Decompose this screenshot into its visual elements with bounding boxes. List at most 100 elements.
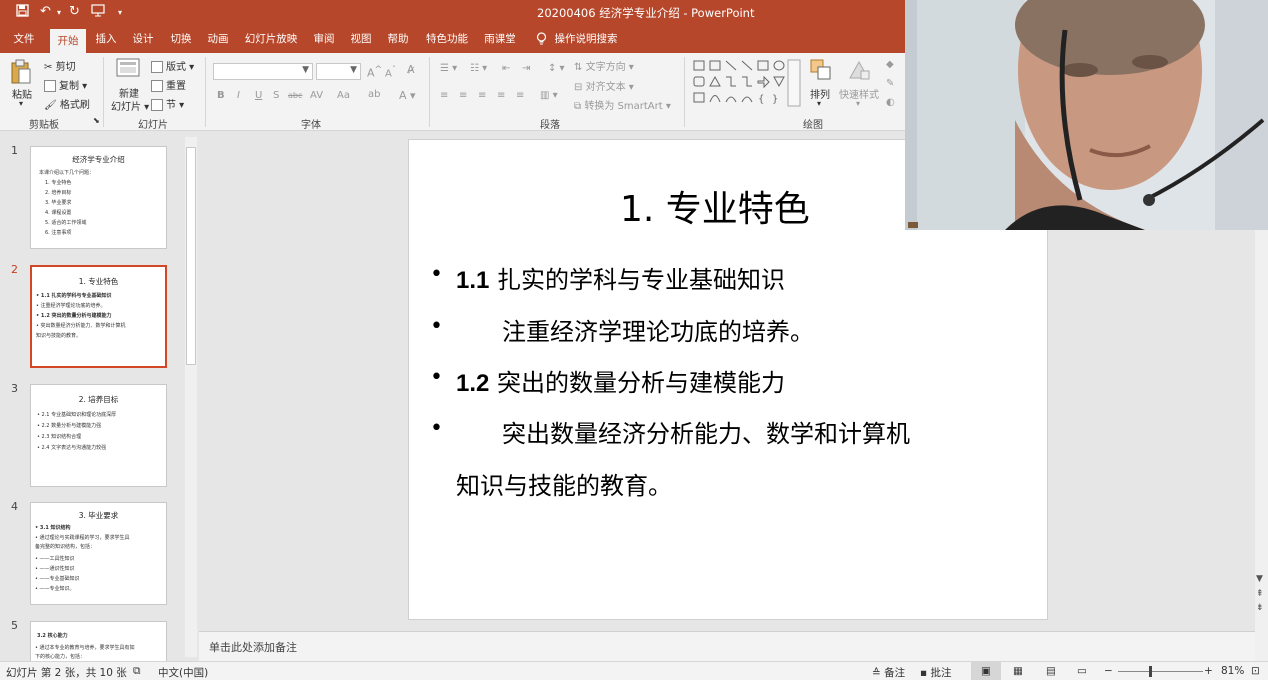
arrange-dropdown-icon[interactable]: ▾ [817,99,821,108]
tab-animations[interactable]: 动画 [202,26,234,53]
tell-me-search[interactable]: 操作说明搜索 [552,26,620,53]
align-center-icon[interactable]: ≡ [459,90,467,101]
paste-icon[interactable] [10,59,32,88]
slide-thumbnail-1[interactable]: 经济学专业介绍 本课介绍以下几个问题： 1. 专业特色 2. 培养目标 3. 毕… [30,146,167,249]
new-slide-dropdown[interactable]: 幻灯片 ▾ [111,98,149,113]
highlight-icon[interactable]: ab [368,89,380,100]
tab-transitions[interactable]: 切换 [165,26,197,53]
customize-qat-icon[interactable]: ▾ [118,8,122,17]
zoom-in-button[interactable]: + [1204,665,1213,677]
undo-dropdown-icon[interactable]: ▾ [57,8,61,17]
slide-bullet[interactable]: 突出数量经济分析能力、数学和计算机 [502,414,910,449]
section-button[interactable]: 节 ▾ [151,96,184,111]
zoom-slider[interactable] [1118,671,1203,672]
bold-button[interactable]: B [217,90,225,101]
decrease-font-icon[interactable]: Aˇ [385,64,396,79]
tab-slideshow[interactable]: 幻灯片放映 [240,26,302,53]
decrease-indent-icon[interactable]: ⇤ [502,63,510,74]
slide-thumbnail-2[interactable]: 1. 专业特色 • 1.1 扎实的学科与专业基础知识 • 注重经济学理论功底的培… [30,265,167,368]
tab-view[interactable]: 视图 [345,26,377,53]
bullets-icon[interactable]: ☰ ▾ [440,63,457,74]
font-color-icon[interactable]: A ▾ [399,89,416,102]
slide-bullet[interactable]: 1.1 扎实的学科与专业基础知识 [456,260,785,295]
present-from-start-icon[interactable] [91,4,106,21]
increase-font-icon[interactable]: A^ [367,64,382,80]
slide-bullet-continuation[interactable]: 知识与技能的教育。 [456,466,672,501]
slide-title[interactable]: 1. 专业特色 [620,180,810,232]
font-size-combo[interactable]: ▼ [316,63,361,80]
undo-icon[interactable]: ↶ [40,4,51,19]
scrollbar-thumb[interactable] [186,147,196,365]
shape-effects-icon[interactable]: ◐ [886,97,895,108]
reset-button[interactable]: 重置 [151,77,186,92]
underline-button[interactable]: U [255,90,262,101]
slide-thumbnail-4[interactable]: 3. 毕业要求 • 3.1 知识结构 • 通过理论与实践课程的学习，要求学生具 … [30,502,167,605]
clear-format-icon[interactable]: A̷ [407,63,415,76]
layout-button[interactable]: 版式 ▾ [151,58,194,73]
language-indicator[interactable]: 中文(中国) [158,665,208,680]
tab-help[interactable]: 帮助 [382,26,414,53]
tab-rain-classroom[interactable]: 雨课堂 [479,26,521,53]
align-left-icon[interactable]: ≡ [440,90,448,101]
shape-fill-icon[interactable]: ◆ [886,59,894,70]
italic-button[interactable]: I [237,90,240,101]
char-spacing-button[interactable]: AV [310,90,323,101]
thumbnail-scrollbar[interactable] [185,137,197,657]
shape-outline-icon[interactable]: ✎ [886,78,894,89]
redo-icon[interactable]: ↻ [69,4,80,19]
font-name-combo[interactable]: ▼ [213,63,313,80]
columns-icon[interactable]: ▥ ▾ [540,90,558,101]
format-painter-button[interactable]: 🖌 格式刷 [44,96,90,111]
zoom-slider-knob[interactable] [1149,666,1152,677]
new-slide-icon[interactable] [116,58,142,83]
slide-bullet[interactable]: 1.2 突出的数量分析与建模能力 [456,363,785,398]
quick-styles-icon[interactable] [847,59,871,84]
shadow-button[interactable]: S [273,90,279,101]
zoom-level[interactable]: 81% [1221,665,1244,677]
slide-sorter-icon[interactable]: ▦ [1013,665,1023,677]
dialog-launcher-icon[interactable]: ⬊ [93,116,100,125]
align-text-button[interactable]: ⊟ 对齐文本 ▾ [574,78,634,93]
tab-review[interactable]: 审阅 [308,26,340,53]
group-label-font: 字体 [301,120,321,131]
save-icon[interactable] [16,4,29,21]
separator [103,57,104,127]
quick-styles-dropdown-icon[interactable]: ▾ [856,99,860,108]
numbering-icon[interactable]: ☷ ▾ [470,63,487,74]
tab-home[interactable]: 开始 [50,29,86,53]
tab-design[interactable]: 设计 [127,26,159,53]
tab-insert[interactable]: 插入 [90,26,122,53]
justify-icon[interactable]: ≡ [497,90,505,101]
accessibility-icon[interactable]: ⧉ [133,665,141,678]
bullet-text: 突出数量经济分析能力、数学和计算机 [502,420,910,448]
scroll-down-icon[interactable]: ▼ [1256,574,1263,584]
slide-thumbnail-5[interactable]: 3.2 核心能力 • 通过本专业的教育与培养，要求学生具有如 下的核心能力，包括… [30,621,167,661]
tab-file[interactable]: 文件 [8,26,40,53]
next-slide-icon[interactable]: ⇟ [1256,603,1264,613]
align-right-icon[interactable]: ≡ [478,90,486,101]
text-direction-button[interactable]: ⇅ 文字方向 ▾ [574,58,634,73]
normal-view-icon[interactable]: ▣ [971,662,1001,680]
copy-button[interactable]: 复制 ▾ [44,77,87,92]
paste-dropdown-icon[interactable]: ▾ [19,99,23,108]
notes-toggle-button[interactable]: ≙ 备注 [872,665,905,680]
smartart-button[interactable]: ⧉ 转换为 SmartArt ▾ [574,97,671,112]
increase-indent-icon[interactable]: ⇥ [522,63,530,74]
notes-pane[interactable]: 单击此处添加备注 [199,631,1257,661]
slide-thumbnail-3[interactable]: 2. 培养目标 • 2.1 专业基础知识和理论功底深厚 • 2.2 数量分析与建… [30,384,167,487]
comments-button[interactable]: ▪ 批注 [920,665,951,680]
distribute-icon[interactable]: ≡ [516,90,524,101]
zoom-out-button[interactable]: − [1104,665,1113,677]
shapes-gallery[interactable]: {} [692,59,802,110]
previous-slide-icon[interactable]: ⇞ [1256,589,1264,599]
reading-view-icon[interactable]: ▤ [1046,665,1056,677]
tab-features[interactable]: 特色功能 [421,26,473,53]
change-case-button[interactable]: Aa [337,90,350,101]
strikethrough-button[interactable]: abc [288,91,302,100]
fit-to-window-icon[interactable]: ⊡ [1251,665,1260,677]
slide-bullet[interactable]: 注重经济学理论功底的培养。 [502,312,814,347]
cut-button[interactable]: ✂ 剪切 [44,58,76,73]
line-spacing-icon[interactable]: ↕ ▾ [548,63,565,74]
arrange-icon[interactable] [810,59,832,84]
slideshow-view-icon[interactable]: ▭ [1077,665,1087,677]
